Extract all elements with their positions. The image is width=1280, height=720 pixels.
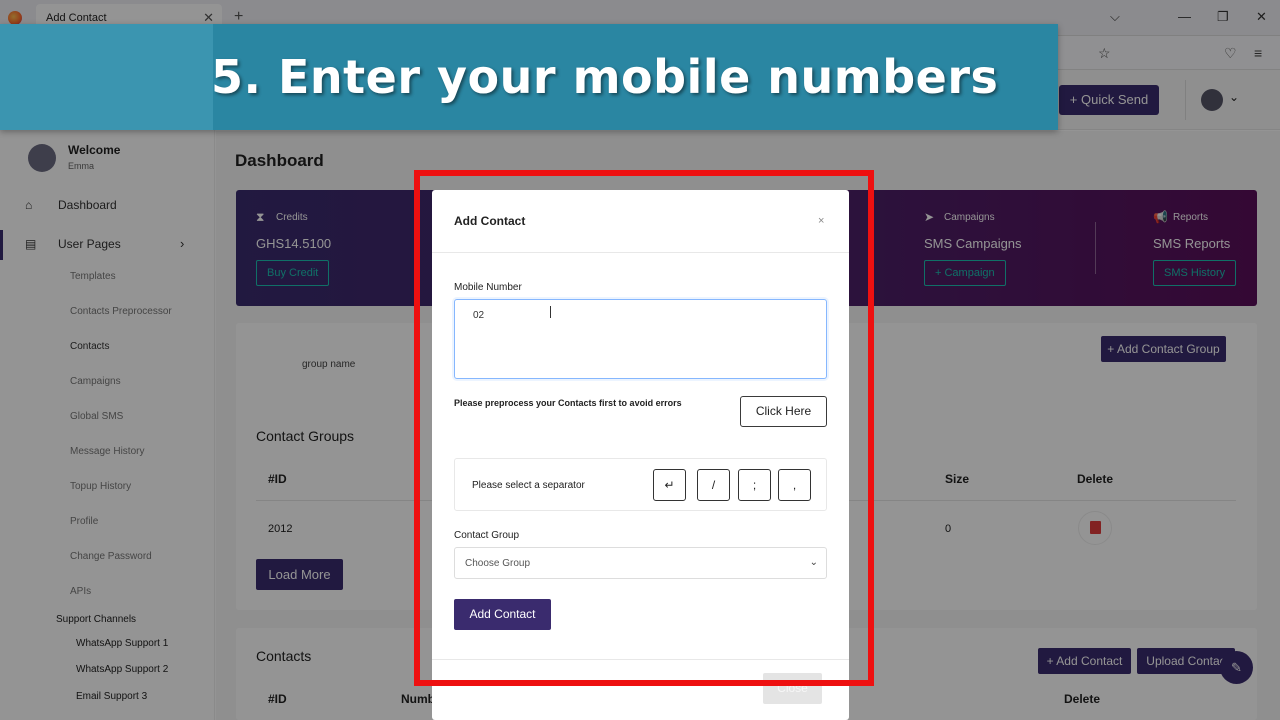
banner-left-panel xyxy=(0,24,213,130)
tutorial-banner: 5. Enter your mobile numbers xyxy=(0,24,1058,130)
banner-text: 5. Enter your mobile numbers xyxy=(211,50,999,104)
highlight-rectangle xyxy=(414,170,874,686)
